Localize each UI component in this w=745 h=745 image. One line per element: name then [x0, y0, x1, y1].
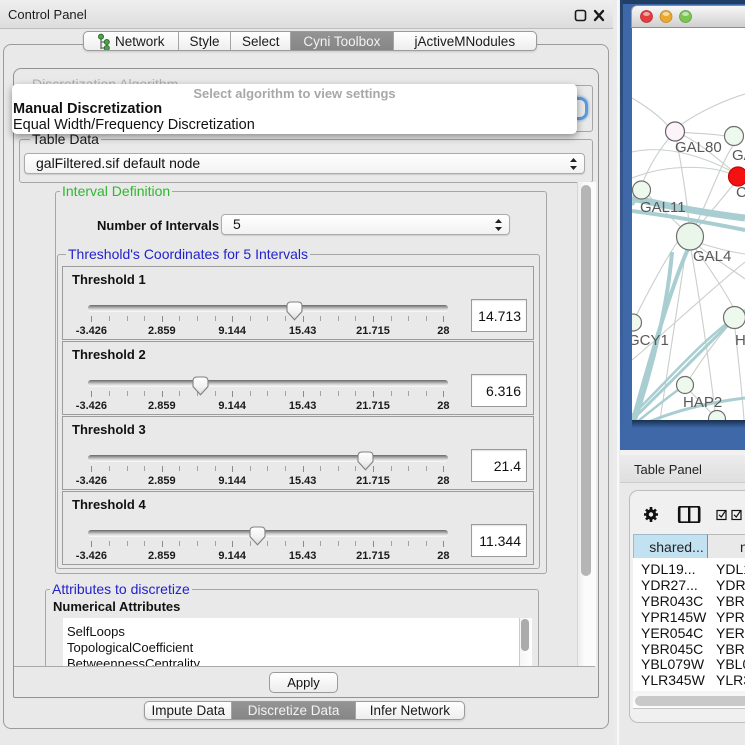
svg-text:H: H — [735, 332, 745, 349]
svg-text:GA: GA — [732, 147, 745, 164]
svg-text:GAL80: GAL80 — [675, 139, 722, 156]
svg-text:GCY1: GCY1 — [632, 332, 669, 349]
svg-text:HAP2: HAP2 — [683, 394, 722, 411]
svg-text:GAL11: GAL11 — [640, 199, 686, 216]
svg-text:GAL4: GAL4 — [693, 248, 731, 265]
svg-text:C: C — [736, 184, 745, 201]
